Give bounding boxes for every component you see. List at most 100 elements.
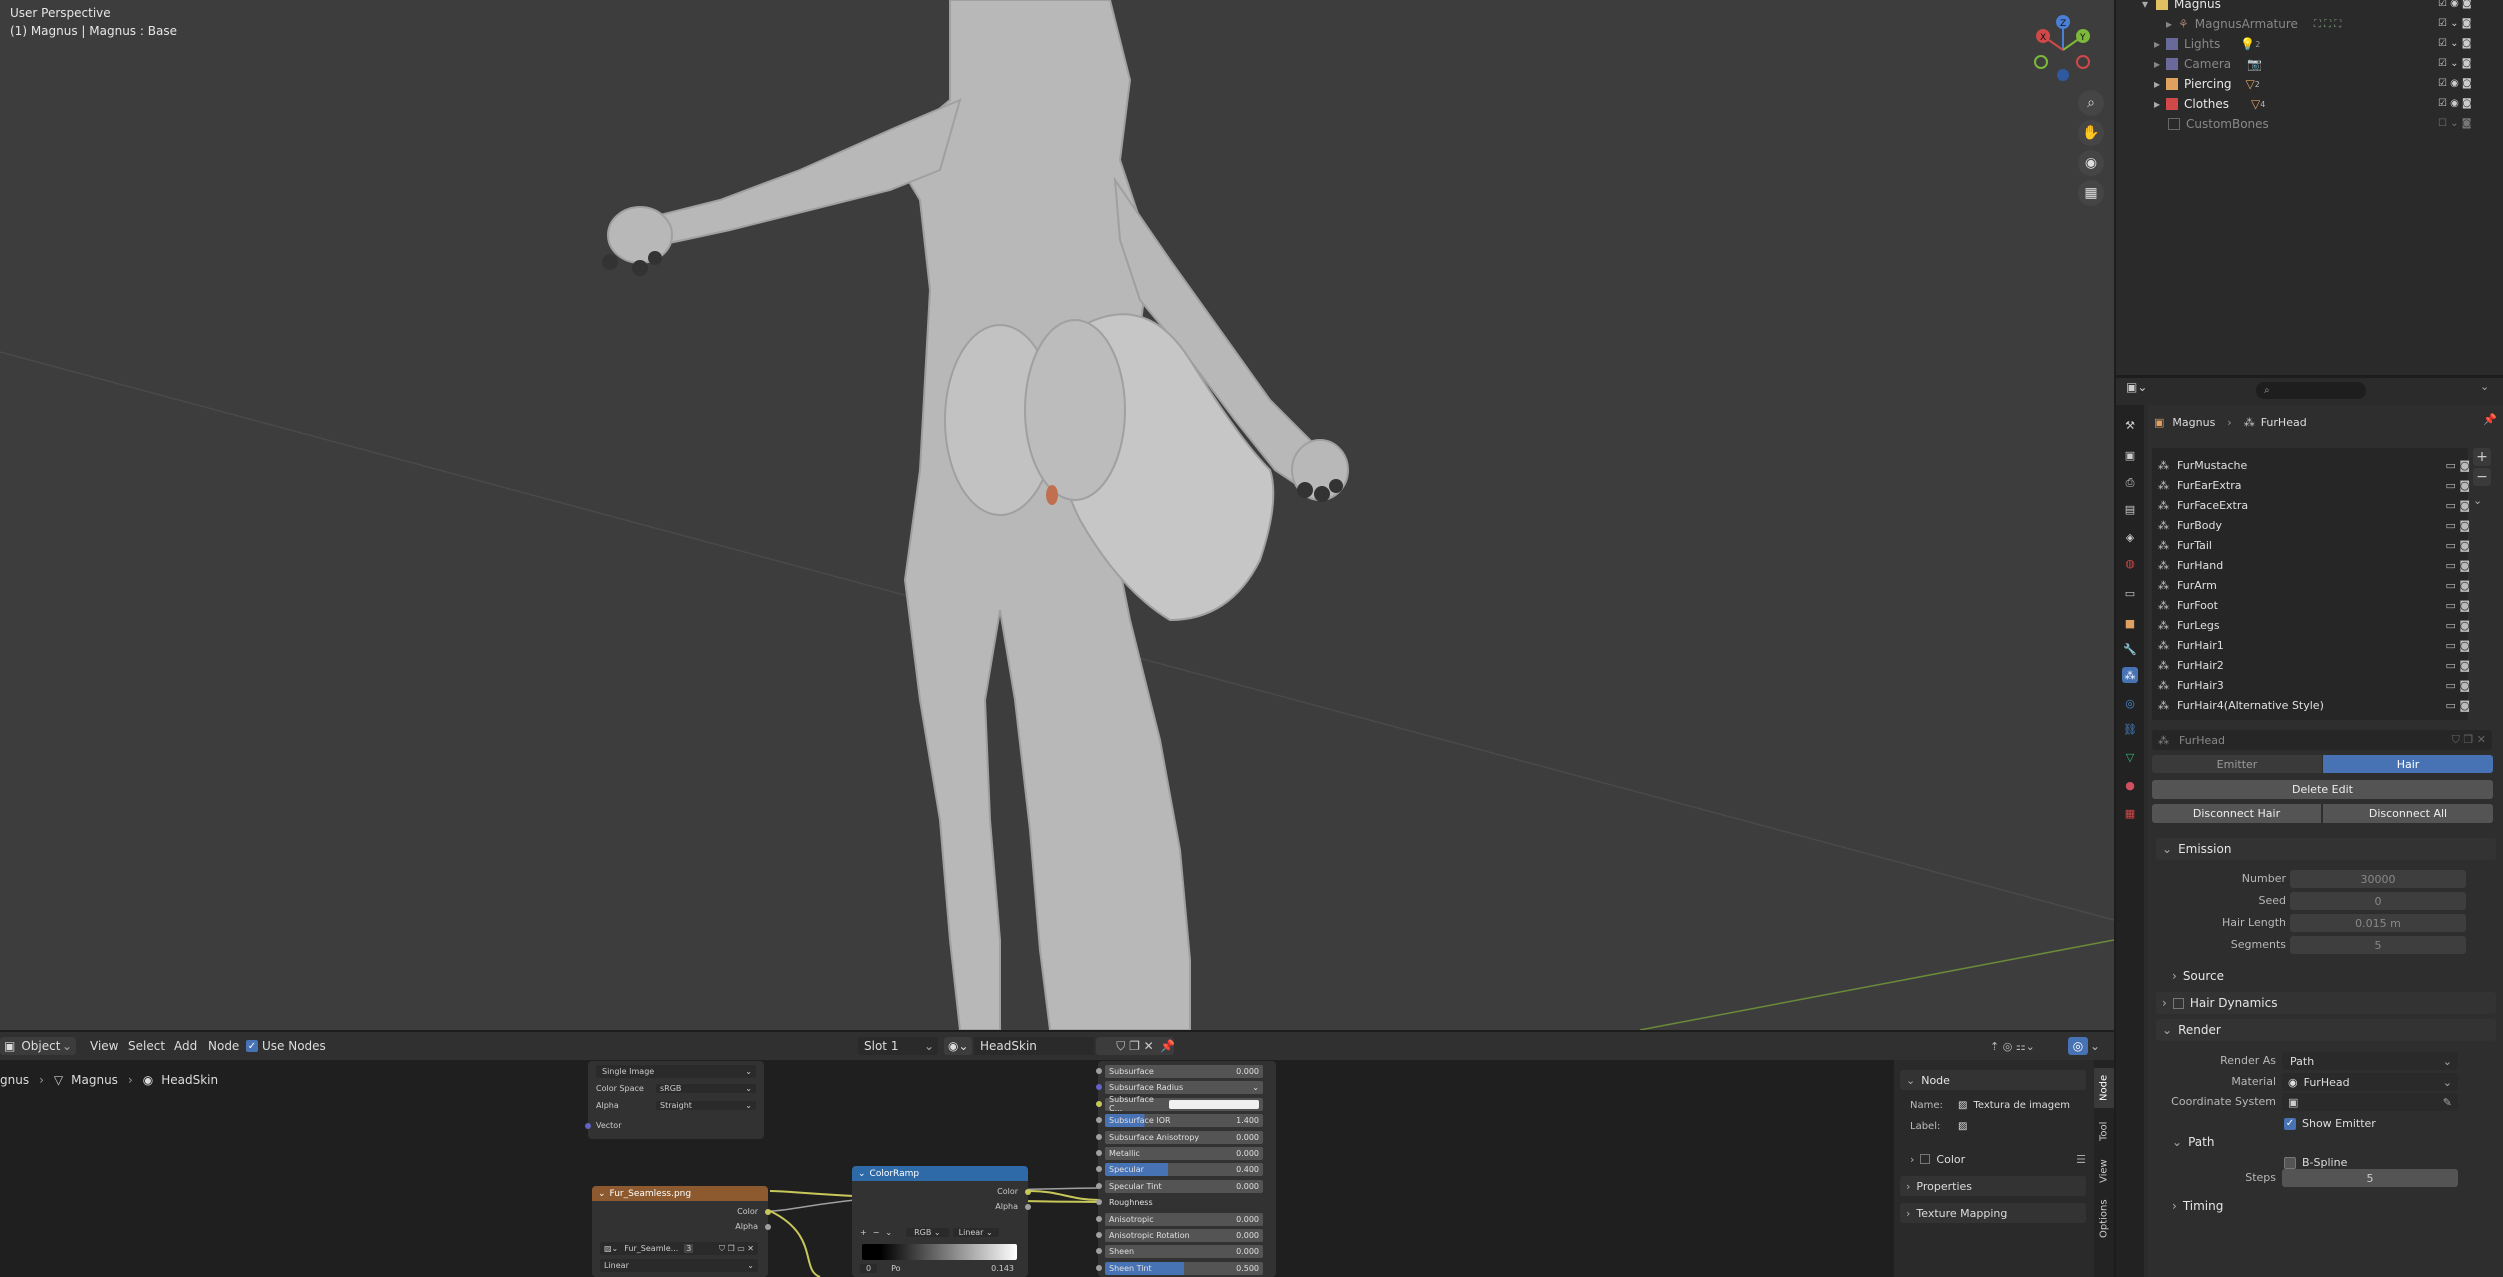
fur-image-texture-node[interactable]: ⌄ Fur_Seamless.png Color Alpha ▨⌄ Fur_Se… [592,1186,771,1277]
expand-arrow-icon[interactable]: ▸ [2154,37,2160,51]
texture-icon[interactable]: ▦ [2122,805,2138,821]
alpha-output-socket[interactable] [1025,1204,1031,1210]
chevron-down-icon[interactable]: ⌄ [885,1228,892,1237]
perspective-grid-icon[interactable]: ▦ [2078,180,2104,206]
disconnect-hair-button[interactable]: Disconnect Hair [2152,804,2321,823]
bsdf-input-row[interactable]: Subsurface IOR 1.400 [1096,1114,1263,1128]
scene-icon[interactable]: ◈ [2122,529,2138,545]
bsdf-input-row[interactable]: Subsurface Anisotropy 0.000 [1096,1130,1263,1144]
modifier-wrench-icon[interactable]: 🔧 [2122,641,2138,657]
bsdf-input-row[interactable]: Subsurface 0.000 [1096,1065,1263,1078]
particle-settings-datablock[interactable]: ⁂ FurHead ⛉ ❐ ✕ [2152,730,2492,750]
3d-viewport[interactable]: User Perspective (1) Magnus | Magnus : B… [0,0,2114,1030]
image-source-dropdown[interactable]: Single Image ⌄ [596,1065,756,1078]
bsdf-input-row[interactable]: Specular Tint 0.000 [1096,1179,1263,1193]
particle-system-item[interactable]: ⁂ FurMustache ▭ ◙ [2154,455,2484,475]
camera-view-icon[interactable]: ◉ [2078,150,2104,176]
outliner[interactable]: ▾ Magnus ▸ ⚘ MagnusArmature ⛶ ⛶ ⛶ ▸ Ligh… [2116,0,2503,375]
bsdf-input-row[interactable]: Metallic 0.000 [1096,1147,1263,1160]
alpha-mode-dropdown[interactable]: Straight ⌄ [656,1101,756,1110]
output-icon[interactable]: ⎙ [2122,475,2138,491]
datablock-action-icons[interactable]: ⛉ ❐ ✕ [2452,733,2486,747]
type-emitter-tab[interactable]: Emitter [2152,755,2322,773]
number-field[interactable]: 30000 [2290,870,2466,888]
timing-panel-header[interactable]: › Timing [2156,1195,2496,1217]
visibility-toggle-icons[interactable]: ▭ ◙ [2445,499,2470,512]
visibility-toggle-icons[interactable]: ▭ ◙ [2445,619,2470,632]
vector-input-socket[interactable] [585,1123,591,1129]
input-socket[interactable] [1096,1215,1102,1222]
color-space-dropdown[interactable]: sRGB ⌄ [656,1084,756,1093]
steps-field[interactable]: 5 [2282,1169,2458,1187]
chevron-down-icon[interactable]: ⌄ [2090,1037,2100,1055]
image-datablock[interactable]: ▨⌄ Fur_Seamle... 3 ⛉ ❐ ▭ ✕ [600,1242,758,1255]
path-panel-header[interactable]: ⌄ Path [2156,1131,2496,1153]
overlays-icon[interactable]: ◎ [2068,1037,2088,1055]
tab-view[interactable]: View [2094,1154,2114,1188]
input-socket[interactable] [1096,1084,1102,1091]
visibility-toggle-icons[interactable]: ▭ ◙ [2445,459,2470,472]
particle-system-item[interactable]: ⁂ FurEarExtra ▭ ◙ [2154,475,2484,495]
bsdf-input-row[interactable]: Specular 0.400 [1096,1163,1263,1177]
node-header[interactable]: ⌄ Fur_Seamless.png [592,1186,768,1201]
particle-system-item[interactable]: ⁂ FurHair4(Alternative Style) ▭ ◙ [2154,695,2484,715]
pin-icon[interactable]: 📌 [2483,413,2497,426]
input-socket[interactable] [1096,1100,1102,1107]
collection-icon[interactable]: ▭ [2122,585,2138,601]
tab-tool[interactable]: Tool [2094,1114,2114,1148]
slot-dropdown[interactable]: Slot 1 ⌄ [858,1037,938,1055]
particle-system-item[interactable]: ⁂ FurFaceExtra ▭ ◙ [2154,495,2484,515]
visibility-toggle-icons[interactable]: ▭ ◙ [2445,679,2470,692]
visibility-toggle-icons[interactable]: ▭ ◙ [2445,599,2470,612]
expand-arrow-icon[interactable]: ▸ [2166,17,2172,31]
source-panel-header[interactable]: › Source [2156,965,2496,987]
node-header[interactable]: ⌄ ColorRamp [852,1166,1028,1181]
render-panel-header[interactable]: ⌄ Render [2156,1019,2496,1041]
colorramp-node[interactable]: ⌄ ColorRamp Color Alpha + − ⌄ RGB ⌄ Line… [852,1166,1031,1277]
node-name-field[interactable]: ▨ Textura de imagem [1954,1097,2084,1114]
disconnect-all-button[interactable]: Disconnect All [2323,804,2493,823]
use-nodes-toggle[interactable]: ✓ Use Nodes [246,1037,326,1055]
view-layer-icon[interactable]: ▤ [2122,501,2138,517]
seed-field[interactable]: 0 [2290,892,2466,910]
data-icon[interactable]: ▽ [2122,749,2138,765]
visibility-toggle-icons[interactable]: ▭ ◙ [2445,639,2470,652]
hair-dynamics-checkbox[interactable] [2172,997,2184,1009]
node-menu[interactable]: Node [208,1037,239,1055]
bspline-toggle[interactable]: B-Spline [2284,1156,2347,1169]
view-menu[interactable]: View [90,1037,118,1055]
material-icon[interactable]: ● [2122,777,2138,793]
particle-system-item[interactable]: ⁂ FurArm ▭ ◙ [2154,575,2484,595]
type-hair-tab[interactable]: Hair [2323,755,2493,773]
properties-search-input[interactable]: ⌕ [2256,382,2366,399]
show-emitter-toggle[interactable]: ✓ Show Emitter [2284,1117,2376,1130]
image-action-icons[interactable]: ⛉ ❐ ▭ ✕ [719,1244,754,1254]
visibility-toggle-icons[interactable]: ▭ ◙ [2445,699,2470,712]
visibility-toggle-icons[interactable]: ▭ ◙ [2445,519,2470,532]
tool-icon[interactable]: ⚒ [2122,417,2138,433]
bsdf-input-row[interactable]: Anisotropic 0.000 [1096,1212,1263,1226]
segments-field[interactable]: 5 [2290,936,2466,954]
particle-system-item[interactable]: ⁂ FurFoot ▭ ◙ [2154,595,2484,615]
visibility-toggle-icons[interactable]: ▭ ◙ [2445,659,2470,672]
constraints-icon[interactable]: ⛓ [2122,721,2138,737]
pan-hand-icon[interactable]: ✋ [2078,120,2104,146]
material-dropdown[interactable]: ◉ FurHead ⌄ [2282,1073,2458,1091]
tab-node[interactable]: Node [2094,1068,2114,1108]
bsdf-input-row[interactable]: Roughness [1096,1196,1263,1209]
add-stop-button[interactable]: + [860,1228,867,1237]
expand-arrow-icon[interactable]: ▸ [2154,57,2160,71]
visibility-toggle-icons[interactable]: ▭ ◙ [2445,559,2470,572]
outliner-restriction-toggles[interactable]: ☑ ◉ ◙ ☑ ⌄ ◙ ☑ ⌄ ◙ ☑ ⌄ ◙ ☑ ◉ ◙ ☑ ◉ ◙ ☐ ⌄ ◙ [2438,0,2498,135]
color-output-socket[interactable] [1025,1189,1031,1195]
visibility-toggle-icons[interactable]: ▭ ◙ [2445,539,2470,552]
color-swatch[interactable] [1169,1099,1259,1109]
list-icon[interactable]: ☰ [2076,1153,2086,1166]
color-checkbox[interactable] [1920,1154,1931,1164]
input-socket[interactable] [1096,1248,1102,1255]
node-panel-header[interactable]: ⌄ Node [1900,1070,2086,1090]
alpha-output-socket[interactable] [765,1224,771,1230]
hair-length-field[interactable]: 0.015 m [2290,914,2466,932]
material-browse-button[interactable]: ◉⌄ [944,1037,972,1055]
navigation-gizmo[interactable]: Z Y X [2025,10,2095,85]
